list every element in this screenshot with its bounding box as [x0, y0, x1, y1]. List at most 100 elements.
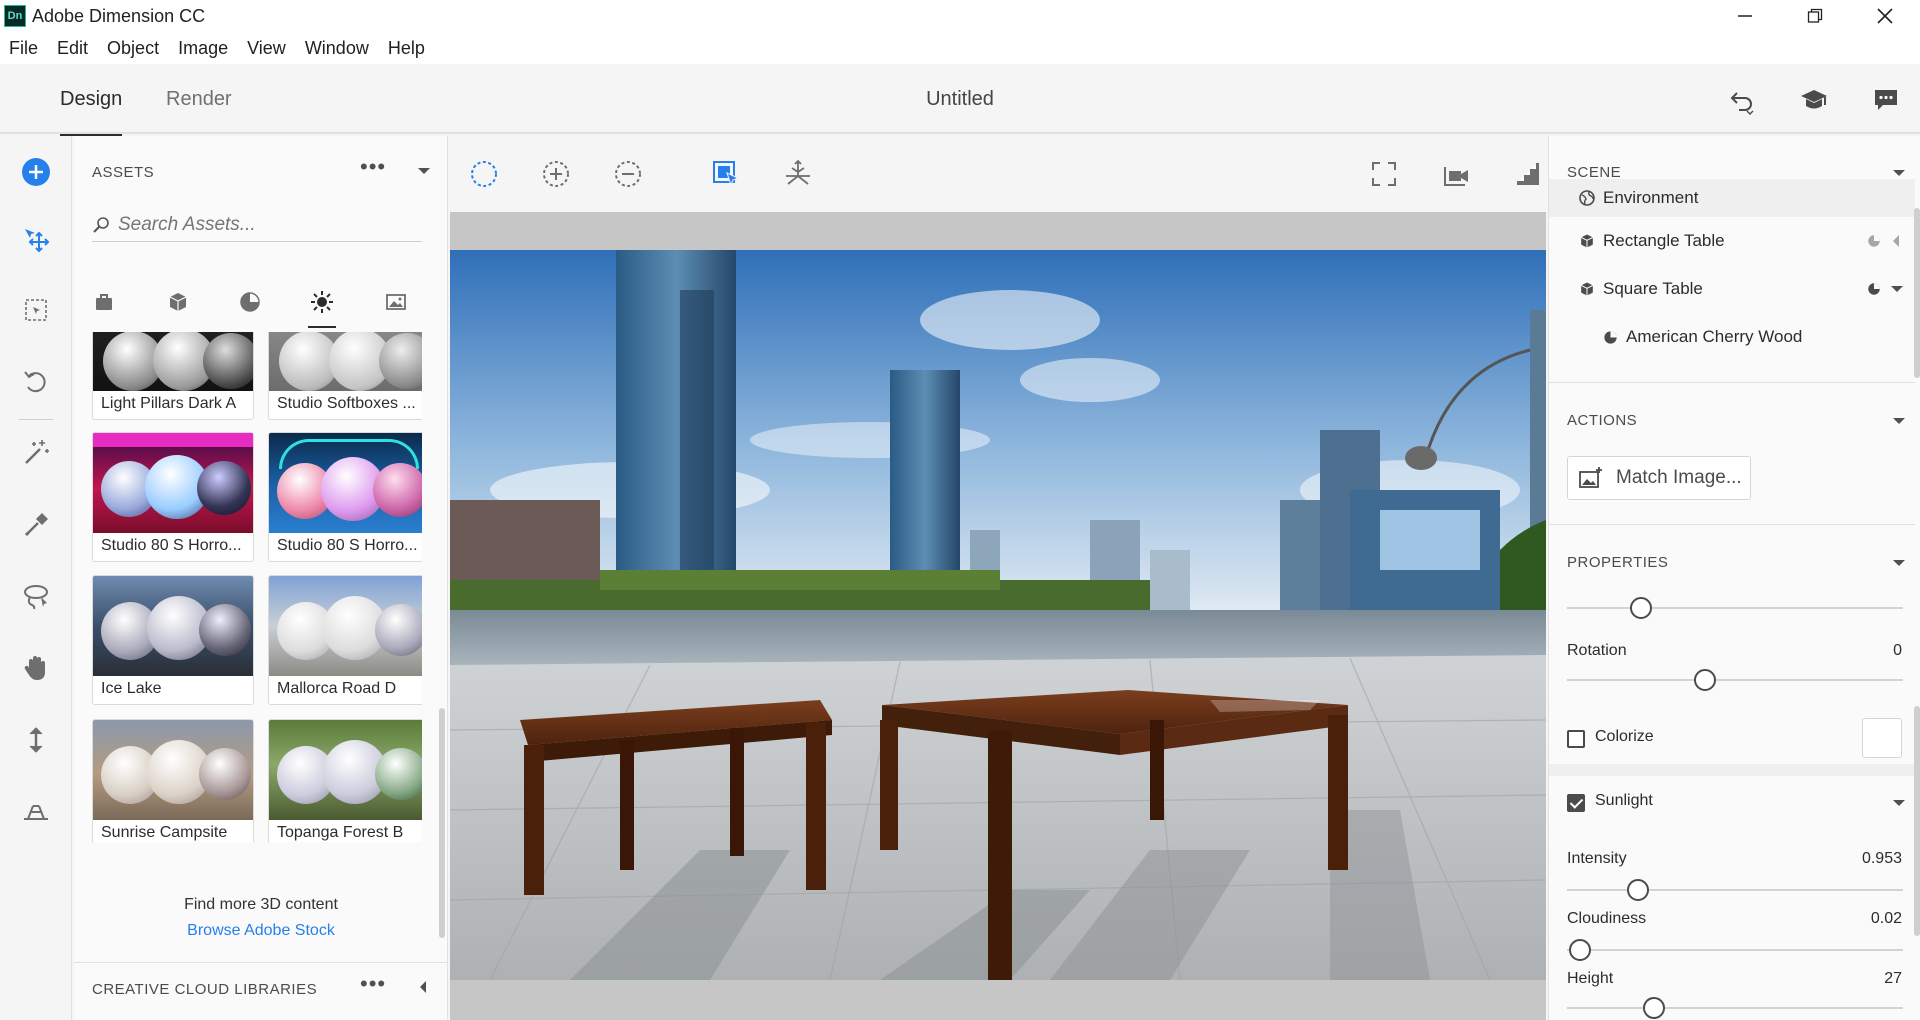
category-models[interactable]	[160, 284, 196, 320]
menu-help[interactable]: Help	[388, 38, 425, 59]
horizon-tool[interactable]	[18, 794, 54, 830]
undo-button[interactable]	[1724, 82, 1760, 118]
select-move-tool[interactable]	[18, 220, 54, 256]
asset-card[interactable]: Studio 80 S Horro...	[268, 432, 422, 562]
category-lights[interactable]	[304, 284, 340, 328]
assets-more-button[interactable]: •••	[360, 156, 386, 178]
asset-card[interactable]: Sunrise Campsite	[92, 719, 254, 842]
window-controls	[1710, 0, 1920, 32]
slider-knob[interactable]	[1693, 669, 1716, 691]
restore-icon	[1807, 8, 1823, 23]
collapse-icon[interactable]	[1891, 286, 1903, 292]
material-icon	[1604, 330, 1617, 344]
menu-edit[interactable]: Edit	[57, 38, 88, 59]
menu-image[interactable]: Image	[178, 38, 228, 59]
colorize-checkbox[interactable]	[1567, 730, 1585, 748]
magic-wand-tool[interactable]	[18, 434, 54, 470]
libraries-more-button[interactable]: •••	[360, 973, 386, 995]
properties-scrollbar[interactable]	[1914, 706, 1920, 936]
eyedropper-tool[interactable]	[18, 506, 54, 542]
scene-item-environment[interactable]: Environment	[1549, 179, 1915, 217]
add-select-button[interactable]	[538, 156, 574, 192]
asset-card[interactable]: Studio Softboxes ...	[268, 332, 422, 420]
slider-knob[interactable]	[1629, 597, 1652, 619]
asset-card[interactable]: Studio 80 S Horro...	[92, 432, 254, 562]
intensity-value[interactable]: 0.953	[1862, 850, 1902, 868]
add-content-button[interactable]	[18, 154, 54, 190]
sunlight-collapse-icon[interactable]	[1893, 800, 1905, 806]
height-value[interactable]: 27	[1884, 970, 1902, 988]
tab-design[interactable]: Design	[60, 64, 123, 136]
lasso-tool[interactable]	[18, 578, 54, 614]
menu-object[interactable]: Object	[107, 38, 159, 59]
asset-card[interactable]: Mallorca Road D	[268, 575, 422, 705]
search-assets-input[interactable]	[118, 213, 398, 236]
left-toolbar	[0, 136, 72, 1020]
pan-tool[interactable]	[18, 650, 54, 686]
orbit-tool[interactable]	[18, 364, 54, 400]
learn-button[interactable]	[1796, 82, 1832, 118]
bag-icon	[96, 294, 112, 310]
sunlight-checkbox[interactable]	[1567, 794, 1585, 812]
snap-button[interactable]	[780, 156, 816, 192]
asset-thumbnail	[269, 576, 422, 676]
viewport-canvas[interactable]	[450, 212, 1546, 1020]
asset-category-tabs	[92, 284, 422, 328]
category-images[interactable]	[378, 284, 414, 320]
tab-render[interactable]: Render	[166, 64, 232, 134]
feedback-icon	[1875, 90, 1897, 110]
colorize-color-swatch[interactable]	[1862, 718, 1902, 758]
menu-window[interactable]: Window	[305, 38, 369, 59]
assets-collapse-icon[interactable]	[418, 168, 430, 174]
frame-select-button[interactable]	[708, 156, 744, 192]
asset-card[interactable]: Topanga Forest B	[268, 719, 422, 842]
slider-track	[1567, 607, 1903, 609]
top-slider[interactable]	[1567, 596, 1903, 620]
selection-tool[interactable]	[18, 292, 54, 328]
sunlight-label: Sunlight	[1595, 792, 1653, 809]
feedback-button[interactable]	[1868, 82, 1904, 118]
height-slider[interactable]	[1567, 996, 1903, 1020]
slider-knob[interactable]	[1626, 879, 1649, 901]
menu-view[interactable]: View	[247, 38, 286, 59]
camera-bookmark-button[interactable]	[1438, 156, 1474, 192]
fit-view-button[interactable]	[1366, 156, 1402, 192]
section-divider	[1549, 524, 1915, 525]
actions-collapse-icon[interactable]	[1893, 418, 1905, 424]
slider-knob[interactable]	[1569, 939, 1592, 961]
rotation-slider[interactable]	[1567, 668, 1903, 692]
menu-file[interactable]: File	[9, 38, 38, 59]
subtract-select-button[interactable]	[610, 156, 646, 192]
scene-render[interactable]	[450, 250, 1546, 980]
restore-button[interactable]	[1780, 0, 1850, 32]
libraries-expand-icon[interactable]	[420, 981, 426, 993]
category-all[interactable]	[86, 284, 122, 320]
asset-label: Sunrise Campsite	[101, 824, 228, 841]
render-preview-button[interactable]	[1510, 156, 1546, 192]
dolly-tool[interactable]	[18, 722, 54, 758]
close-button[interactable]	[1850, 0, 1920, 32]
minimize-button[interactable]	[1710, 0, 1780, 32]
ellipse-select-button[interactable]	[466, 156, 502, 192]
scene-scrollbar[interactable]	[1914, 208, 1920, 378]
properties-collapse-icon[interactable]	[1893, 560, 1905, 566]
cloudiness-value[interactable]: 0.02	[1871, 910, 1902, 928]
scene-collapse-icon[interactable]	[1893, 170, 1905, 176]
asset-card[interactable]: Light Pillars Dark A	[92, 332, 254, 420]
match-image-button[interactable]: Match Image...	[1567, 456, 1751, 500]
asset-card[interactable]: Ice Lake	[92, 575, 254, 705]
ellipse-select-icon	[471, 161, 497, 187]
browse-adobe-stock-link[interactable]: Browse Adobe Stock	[74, 922, 448, 940]
hand-pan-icon	[24, 656, 45, 680]
intensity-slider[interactable]	[1567, 878, 1903, 902]
scene-item-rectangle-table[interactable]: Rectangle Table	[1549, 218, 1915, 264]
cloudiness-slider[interactable]	[1567, 938, 1903, 962]
material-icon[interactable]	[1867, 282, 1881, 296]
category-materials[interactable]	[232, 284, 268, 320]
scene-item-american-cherry-wood[interactable]: American Cherry Wood	[1549, 314, 1915, 360]
expand-icon[interactable]	[1893, 235, 1899, 247]
material-icon[interactable]	[1867, 234, 1881, 248]
rotation-value[interactable]: 0	[1893, 642, 1902, 660]
slider-knob[interactable]	[1643, 997, 1666, 1019]
scene-item-square-table[interactable]: Square Table	[1549, 266, 1915, 312]
